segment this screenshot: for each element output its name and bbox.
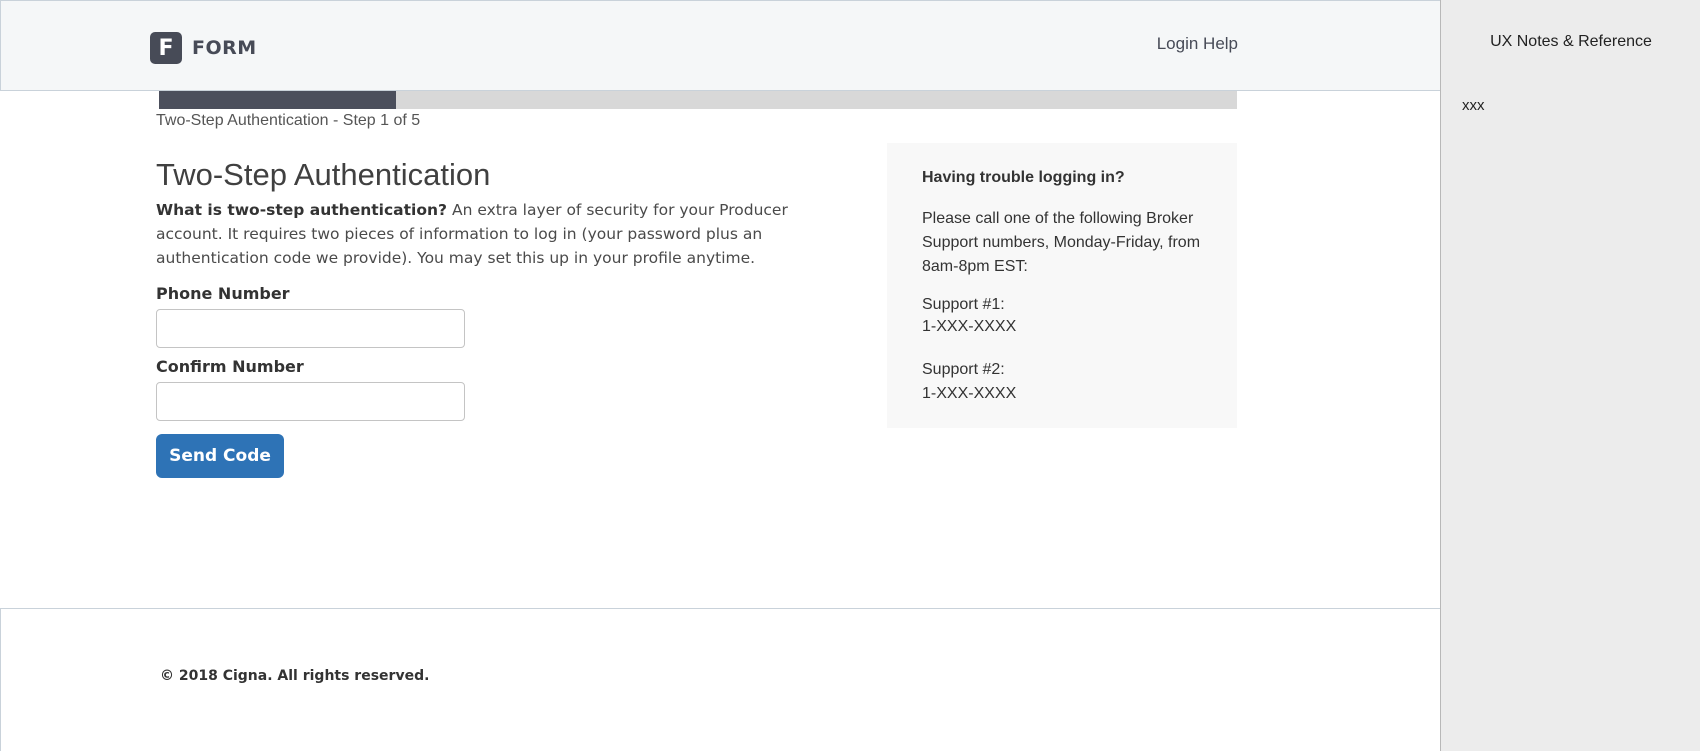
progress-bar [159, 91, 1237, 109]
phone-number-input[interactable] [156, 309, 465, 348]
login-help-link[interactable]: Login Help [1141, 34, 1238, 54]
support-2-label: Support #2: [922, 361, 1005, 378]
support-1-label: Support #1: [922, 296, 1005, 313]
support-2-number: 1-XXX-XXXX [922, 385, 1017, 402]
ux-notes-title: UX Notes & Reference [1490, 33, 1652, 50]
help-title: Having trouble logging in? [922, 169, 1125, 186]
main-column: F FORM Login Help Two-Step Authenticatio… [0, 0, 1440, 751]
confirm-number-input[interactable] [156, 382, 465, 421]
progress-bar-fill [159, 91, 397, 109]
page-title: Two-Step Authentication [156, 157, 491, 192]
help-panel: Having trouble logging in? Please call o… [887, 143, 1237, 428]
description-lead: What is two-step authentication? [156, 201, 448, 219]
logo-text: FORM [192, 37, 257, 59]
logo[interactable]: F FORM [150, 32, 257, 64]
ux-notes-panel: UX Notes & Reference xxx [1440, 0, 1700, 751]
copyright: © 2018 Cigna. All rights reserved. [160, 668, 430, 684]
help-text: Please call one of the following Broker … [922, 210, 1201, 275]
logo-icon: F [150, 32, 182, 64]
header: F FORM Login Help [0, 0, 1440, 91]
phone-number-label: Phone Number [156, 284, 290, 303]
footer: © 2018 Cigna. All rights reserved. [0, 608, 1440, 751]
step-label: Two-Step Authentication - Step 1 of 5 [156, 112, 421, 129]
confirm-number-label: Confirm Number [156, 357, 304, 376]
ux-notes-body: xxx [1462, 97, 1485, 114]
support-1-number: 1-XXX-XXXX [922, 318, 1017, 335]
description: What is two-step authentication? An extr… [156, 198, 836, 270]
send-code-button[interactable]: Send Code [156, 434, 284, 478]
